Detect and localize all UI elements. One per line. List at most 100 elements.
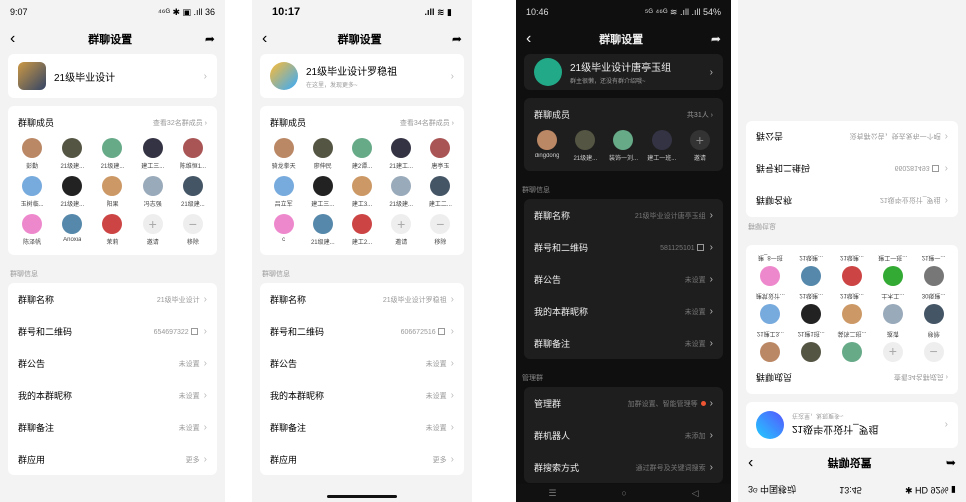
member-avatar <box>923 266 944 286</box>
member-item[interactable]: 21级建... <box>303 211 342 249</box>
settings-row[interactable]: 群聊备注 未设置 › <box>260 411 464 443</box>
members-header[interactable]: 群聊成员 查看34名群成员 › <box>746 365 958 394</box>
member-item[interactable]: Anoxia <box>52 211 92 249</box>
member-item[interactable]: 21级建... <box>832 289 873 327</box>
member-item[interactable]: 21级建... <box>566 127 604 165</box>
share-icon[interactable]: ➦ <box>711 32 721 46</box>
chevron-right-icon: › <box>944 195 948 207</box>
member-item[interactable]: 装饰一刘... <box>604 127 642 165</box>
member-item[interactable]: − 移除 <box>421 211 460 249</box>
settings-row[interactable]: 群聊名称 21级毕业设计唐亭玉组 › <box>524 199 723 231</box>
member-item[interactable]: + 邀请 <box>133 211 173 249</box>
member-item[interactable]: − 移除 <box>173 211 213 249</box>
member-item[interactable]: 21级建... <box>382 173 421 211</box>
settings-row[interactable]: 群聊名称 21级毕业设计 › <box>8 283 217 315</box>
member-item[interactable]: 建2谭... <box>342 135 381 173</box>
group-card[interactable]: 21级毕业设计罗稳祖 在这里，发现更多~ › <box>260 54 464 98</box>
member-item[interactable]: 建筑设计... <box>750 289 791 327</box>
member-item[interactable]: 玉树临... <box>12 173 52 211</box>
settings-row[interactable]: 管理群 加群设置、智能管理等 › <box>524 387 723 419</box>
settings-row[interactable]: 群聊备注 未设置 › <box>524 327 723 359</box>
member-item[interactable]: dingdong <box>528 127 566 165</box>
share-icon[interactable]: ➦ <box>946 456 956 470</box>
chevron-right-icon: › <box>450 453 454 465</box>
member-item[interactable]: 装饰二班... <box>832 327 873 365</box>
member-item[interactable]: 21级建... <box>92 135 132 173</box>
settings-row[interactable]: 我的本群昵称 未设置 › <box>260 379 464 411</box>
share-icon[interactable]: ➦ <box>205 32 215 46</box>
back-triangle-icon[interactable]: ◁ <box>692 488 699 499</box>
member-item[interactable]: 茉莉 <box>92 211 132 249</box>
member-item[interactable]: + 邀请 <box>382 211 421 249</box>
members-more[interactable]: 查看34名群成员 › <box>400 118 454 128</box>
member-item[interactable]: 骑龙拳天 <box>264 135 303 173</box>
settings-row[interactable]: 群号和二维码 654697322 › <box>8 315 217 347</box>
settings-row[interactable]: 群聊名称 21级毕业设计_罗组 › <box>746 185 958 217</box>
member-item[interactable]: 阳果 <box>92 173 132 211</box>
member-item[interactable]: 21建工3... <box>750 327 791 365</box>
members-header[interactable]: 群聊成员 共31人 › <box>524 98 723 127</box>
settings-row[interactable]: 群公告 未设置 › <box>524 263 723 295</box>
member-item[interactable]: 建_8一班 <box>750 251 791 289</box>
back-icon[interactable]: ‹ <box>748 455 753 472</box>
settings-row[interactable]: 群机器人 未添加 › <box>524 419 723 451</box>
members-more[interactable]: 共31人 › <box>687 110 713 120</box>
member-item[interactable]: 21建1班... <box>791 327 832 365</box>
member-item[interactable]: 21级建... <box>173 173 213 211</box>
settings-row[interactable]: 群号和二维码 660281493 › <box>746 153 958 185</box>
settings-row[interactable]: 群公告 没有群公告，快去发布一个吧 › <box>746 121 958 153</box>
member-item[interactable]: 陈泽帆 <box>12 211 52 249</box>
member-item[interactable]: + 邀请 <box>681 127 719 165</box>
settings-row[interactable]: 群聊名称 21级毕业设计罗稳祖 › <box>260 283 464 315</box>
members-header[interactable]: 群聊成员 查看32名群成员 › <box>8 106 217 135</box>
settings-row[interactable]: 群搜索方式 通过群号及关键词搜索 › <box>524 451 723 483</box>
member-item[interactable]: 21级建... <box>52 135 92 173</box>
member-item[interactable]: 廖伸民 <box>303 135 342 173</box>
member-item[interactable]: 建工3... <box>342 173 381 211</box>
members-more[interactable]: 查看32名群成员 › <box>153 118 207 128</box>
settings-row[interactable]: 群号和二维码 606672516 › <box>260 315 464 347</box>
settings-row[interactable]: 群公告 未设置 › <box>260 347 464 379</box>
members-more[interactable]: 查看34名群成员 › <box>894 373 948 383</box>
member-item[interactable]: 土木工... <box>872 289 913 327</box>
member-item[interactable]: 建工一班... <box>872 251 913 289</box>
member-item[interactable]: 彭勤 <box>12 135 52 173</box>
back-icon[interactable]: ‹ <box>262 31 267 47</box>
member-item[interactable]: 冯志强 <box>133 173 173 211</box>
member-avatar <box>142 138 163 158</box>
group-card[interactable]: 21级毕业设计_罗组 在这里，发现更多~ › <box>746 402 958 448</box>
member-item[interactable]: − 移除 <box>913 327 954 365</box>
member-item[interactable]: 陈维恒1... <box>173 135 213 173</box>
member-item[interactable]: 建工三... <box>303 173 342 211</box>
member-item[interactable]: 21级建... <box>791 251 832 289</box>
back-icon[interactable]: ‹ <box>526 31 531 47</box>
member-item[interactable]: 建工一班... <box>643 127 681 165</box>
member-item[interactable]: c <box>264 211 303 249</box>
share-icon[interactable]: ➦ <box>452 32 462 46</box>
member-item[interactable]: + 邀请 <box>872 327 913 365</box>
member-item[interactable]: 建工2... <box>342 211 381 249</box>
member-item[interactable]: 吕立军 <box>264 173 303 211</box>
group-card[interactable]: 21级毕业设计唐亭玉组 群主很懒，还没有群介绍哦~ › <box>524 54 723 90</box>
group-card[interactable]: 21级毕业设计 › <box>8 54 217 98</box>
member-item[interactable]: 21级建... <box>791 289 832 327</box>
settings-row[interactable]: 群号和二维码 581125101 › <box>524 231 723 263</box>
member-item[interactable]: 建工二... <box>421 173 460 211</box>
member-item[interactable]: 建工三... <box>133 135 173 173</box>
member-item[interactable]: 21级建... <box>52 173 92 211</box>
settings-row[interactable]: 我的本群昵称 未设置 › <box>524 295 723 327</box>
settings-row[interactable]: 群聊备注 未设置 › <box>8 411 217 443</box>
home-icon[interactable]: ○ <box>621 488 626 498</box>
member-item[interactable]: 21建工... <box>382 135 421 173</box>
settings-row[interactable]: 我的本群昵称 未设置 › <box>8 379 217 411</box>
settings-row[interactable]: 群公告 未设置 › <box>8 347 217 379</box>
settings-row[interactable]: 群应用 更多 › <box>260 443 464 475</box>
back-icon[interactable]: ‹ <box>10 31 15 47</box>
member-item[interactable]: 30级建... <box>913 289 954 327</box>
settings-row[interactable]: 群应用 更多 › <box>8 443 217 475</box>
member-item[interactable]: 唐亭玉 <box>421 135 460 173</box>
menu-icon[interactable]: ☰ <box>548 488 556 499</box>
members-header[interactable]: 群聊成员 查看34名群成员 › <box>260 106 464 135</box>
member-item[interactable]: 21级建... <box>832 251 873 289</box>
member-item[interactable]: 21建一... <box>913 251 954 289</box>
